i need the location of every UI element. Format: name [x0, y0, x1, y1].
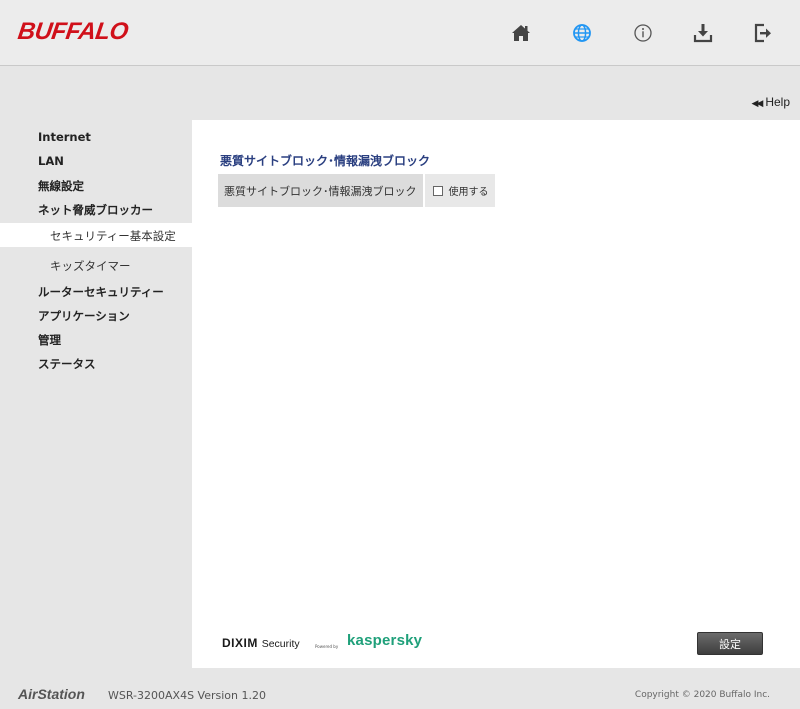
- sidebar-item-wireless[interactable]: 無線設定: [38, 178, 84, 194]
- row-value: 使用する: [424, 174, 495, 207]
- dixim-text: DIXIM: [222, 636, 258, 650]
- powered-by-text: Powered by: [315, 644, 339, 649]
- settings-row: 悪質サイトブロック･情報漏洩ブロック 使用する: [218, 174, 495, 207]
- top-nav: [0, 20, 800, 46]
- info-icon[interactable]: [630, 20, 656, 46]
- main-panel: 悪質サイトブロック･情報漏洩ブロック 悪質サイトブロック･情報漏洩ブロック 使用…: [192, 120, 800, 668]
- header: BUFFALO: [0, 0, 800, 66]
- sidebar-item-security-basic[interactable]: セキュリティー基本設定: [50, 228, 176, 244]
- sidebar-item-admin[interactable]: 管理: [38, 332, 61, 348]
- home-icon[interactable]: [508, 20, 534, 46]
- enable-checkbox[interactable]: [432, 185, 443, 196]
- sidebar-item-status[interactable]: ステータス: [38, 356, 96, 372]
- dixim-logo: DIXIM Security: [222, 636, 300, 650]
- sidebar-item-internet[interactable]: Internet: [38, 130, 91, 144]
- download-icon[interactable]: [690, 20, 716, 46]
- globe-icon[interactable]: [569, 20, 595, 46]
- row-label: 悪質サイトブロック･情報漏洩ブロック: [218, 174, 423, 207]
- help-label: Help: [765, 95, 790, 109]
- sidebar-item-router-security[interactable]: ルーターセキュリティー: [38, 284, 164, 300]
- save-button[interactable]: 設定: [697, 632, 763, 655]
- logout-icon[interactable]: [749, 20, 775, 46]
- sidebar-item-kids-timer[interactable]: キッズタイマー: [50, 258, 131, 274]
- model-version: WSR-3200AX4S Version 1.20: [108, 689, 266, 702]
- kaspersky-logo: kaspersky: [347, 632, 423, 649]
- dixim-security-text: Security: [261, 638, 300, 650]
- airstation-logo: AirStation: [18, 686, 85, 702]
- copyright: Copyright © 2020 Buffalo Inc.: [634, 690, 770, 700]
- enable-checkbox-label[interactable]: 使用する: [449, 183, 489, 198]
- sidebar-item-threat-blocker[interactable]: ネット脅威ブロッカー: [38, 202, 153, 218]
- sidebar-item-application[interactable]: アプリケーション: [38, 308, 130, 324]
- page-title: 悪質サイトブロック･情報漏洩ブロック: [220, 154, 431, 168]
- sidebar-item-lan[interactable]: LAN: [38, 154, 64, 168]
- help-toggle[interactable]: ◀◀ Help: [751, 95, 790, 109]
- double-chevron-left-icon: ◀◀: [751, 98, 763, 108]
